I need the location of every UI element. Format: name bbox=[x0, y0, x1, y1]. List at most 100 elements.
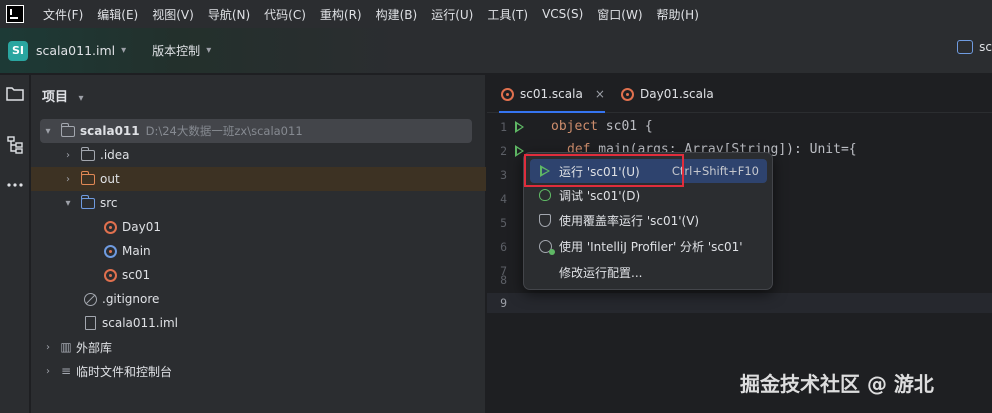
menu-item-profiler[interactable]: 使用 'IntelliJ Profiler' 分析 'sc01' bbox=[530, 234, 767, 258]
chevron-down-icon: ▾ bbox=[206, 45, 212, 56]
menu-view[interactable]: 视图(V) bbox=[145, 6, 201, 23]
folder-icon bbox=[80, 146, 96, 163]
tree-item-src[interactable]: ▾ src bbox=[31, 191, 486, 215]
menu-tools[interactable]: 工具(T) bbox=[480, 6, 535, 23]
line-number: 9 bbox=[500, 296, 507, 310]
project-folder-icon[interactable] bbox=[5, 83, 25, 103]
menu-window[interactable]: 窗口(W) bbox=[590, 6, 649, 23]
menu-item-label: 使用覆盖率运行 'sc01'(V) bbox=[559, 213, 700, 228]
window-icon bbox=[957, 40, 974, 54]
menu-code[interactable]: 代码(C) bbox=[257, 6, 313, 23]
menu-edit[interactable]: 编辑(E) bbox=[90, 6, 145, 23]
main-toolbar: SI scala011.iml ▾ 版本控制 ▾ sc bbox=[0, 28, 992, 74]
editor-tabs: sc01.scala × Day01.scala bbox=[487, 75, 992, 113]
expand-arrow-icon[interactable]: ▾ bbox=[62, 198, 74, 209]
expand-arrow-icon[interactable]: › bbox=[42, 342, 54, 353]
project-tool-window: 项目 ▾ ▾ scala011 D:\24大数据一班zx\scala011 › … bbox=[31, 75, 486, 413]
menu-item-spacer bbox=[537, 264, 553, 280]
menu-vcs[interactable]: VCS(S) bbox=[535, 7, 590, 21]
watermark-text: 掘金技术社区 @ 游北 bbox=[740, 372, 934, 396]
expand-arrow-icon[interactable]: ▾ bbox=[42, 126, 54, 137]
menu-run[interactable]: 运行(U) bbox=[424, 6, 480, 23]
menu-item-label: 调试 'sc01'(D) bbox=[559, 188, 641, 203]
library-icon: ▥ bbox=[60, 340, 72, 354]
menu-help[interactable]: 帮助(H) bbox=[650, 6, 706, 23]
tree-item-out[interactable]: › out bbox=[31, 167, 486, 191]
excluded-folder-icon bbox=[80, 170, 96, 187]
module-folder-icon bbox=[60, 122, 76, 139]
menu-item-label: 使用 'IntelliJ Profiler' 分析 'sc01' bbox=[559, 239, 743, 254]
tree-item-label: .gitignore bbox=[102, 292, 160, 306]
current-line-highlight bbox=[487, 293, 992, 313]
expand-arrow-icon[interactable]: › bbox=[42, 366, 54, 377]
tree-item-external-libraries[interactable]: › ▥ 外部库 bbox=[31, 335, 486, 359]
tab-label: Day01.scala bbox=[640, 87, 714, 101]
highlight-annotation-box bbox=[524, 154, 684, 187]
expand-arrow-icon[interactable]: › bbox=[62, 174, 74, 185]
project-panel-title[interactable]: 项目 ▾ bbox=[42, 86, 84, 105]
tree-item-gitignore[interactable]: .gitignore bbox=[31, 287, 486, 311]
expand-arrow-icon[interactable]: › bbox=[62, 150, 74, 161]
vcs-selector[interactable]: 版本控制 bbox=[152, 42, 200, 59]
scala-object-icon bbox=[102, 267, 118, 283]
tree-item-label: Day01 bbox=[122, 220, 161, 234]
file-icon bbox=[82, 315, 98, 331]
tree-item-label: .idea bbox=[100, 148, 130, 162]
chevron-down-icon: ▾ bbox=[121, 45, 127, 56]
menu-navigate[interactable]: 导航(N) bbox=[201, 6, 257, 23]
tree-item-idea[interactable]: › .idea bbox=[31, 143, 486, 167]
run-config-selector[interactable]: sc bbox=[957, 40, 992, 54]
intellij-logo-icon[interactable] bbox=[6, 5, 24, 23]
line-number: 4 bbox=[500, 192, 507, 206]
tree-item-root[interactable]: ▾ scala011 D:\24大数据一班zx\scala011 bbox=[40, 119, 472, 143]
tab-label: sc01.scala bbox=[520, 87, 583, 101]
more-icon[interactable] bbox=[5, 175, 25, 195]
tree-item-label: out bbox=[100, 172, 120, 186]
tree-item-label: 外部库 bbox=[76, 340, 113, 355]
project-selector[interactable]: scala011.iml bbox=[36, 43, 115, 58]
menu-item-edit-config[interactable]: 修改运行配置... bbox=[530, 260, 767, 284]
shortcut-label: Ctrl+Shift+F10 bbox=[671, 164, 759, 178]
source-folder-icon bbox=[80, 194, 96, 211]
line-number: 1 bbox=[500, 120, 507, 134]
menu-item-label: 修改运行配置... bbox=[559, 265, 643, 280]
tree-item-day01[interactable]: Day01 bbox=[31, 215, 486, 239]
coverage-shield-icon bbox=[537, 212, 553, 228]
tab-day01[interactable]: Day01.scala bbox=[619, 75, 714, 113]
tab-sc01[interactable]: sc01.scala × bbox=[499, 75, 605, 113]
scratches-icon: ≡ bbox=[60, 364, 72, 378]
ignore-file-icon bbox=[82, 291, 98, 307]
profiler-icon bbox=[537, 238, 555, 255]
line-number: 5 bbox=[500, 216, 507, 230]
tree-item-iml[interactable]: scala011.iml bbox=[31, 311, 486, 335]
run-gutter-icon[interactable] bbox=[515, 121, 524, 133]
menu-file[interactable]: 文件(F) bbox=[36, 6, 90, 23]
menu-refactor[interactable]: 重构(R) bbox=[313, 6, 369, 23]
line-number: 2 bbox=[500, 144, 507, 158]
tree-item-sc01[interactable]: sc01 bbox=[31, 263, 486, 287]
line-number: 8 bbox=[500, 273, 507, 287]
tree-item-label: scala011.iml bbox=[102, 316, 178, 330]
scala-object-icon bbox=[499, 86, 515, 102]
menu-item-coverage[interactable]: 使用覆盖率运行 'sc01'(V) bbox=[530, 208, 767, 232]
structure-icon[interactable] bbox=[5, 135, 25, 155]
close-icon[interactable]: × bbox=[595, 87, 605, 101]
tree-item-label: src bbox=[100, 196, 118, 210]
tool-window-strip bbox=[0, 75, 30, 413]
line-number: 6 bbox=[500, 240, 507, 254]
code-line-1[interactable]: object sc01 { bbox=[551, 119, 653, 134]
tree-item-label: sc01 bbox=[122, 268, 151, 282]
tree-item-main[interactable]: Main bbox=[31, 239, 486, 263]
run-config-label: sc bbox=[979, 40, 992, 54]
tree-item-scratches[interactable]: › ≡ 临时文件和控制台 bbox=[31, 359, 486, 383]
debug-bug-icon bbox=[537, 187, 553, 203]
scala-runnable-object-icon bbox=[102, 243, 118, 259]
tree-item-label: scala011 bbox=[80, 124, 140, 138]
menu-build[interactable]: 构建(B) bbox=[369, 6, 425, 23]
tree-item-path: D:\24大数据一班zx\scala011 bbox=[145, 124, 303, 138]
project-badge-icon: SI bbox=[8, 40, 28, 61]
chevron-down-icon: ▾ bbox=[78, 93, 84, 104]
scala-object-icon bbox=[619, 86, 635, 102]
panel-title-label: 项目 bbox=[42, 90, 69, 105]
scala-object-icon bbox=[102, 219, 118, 235]
